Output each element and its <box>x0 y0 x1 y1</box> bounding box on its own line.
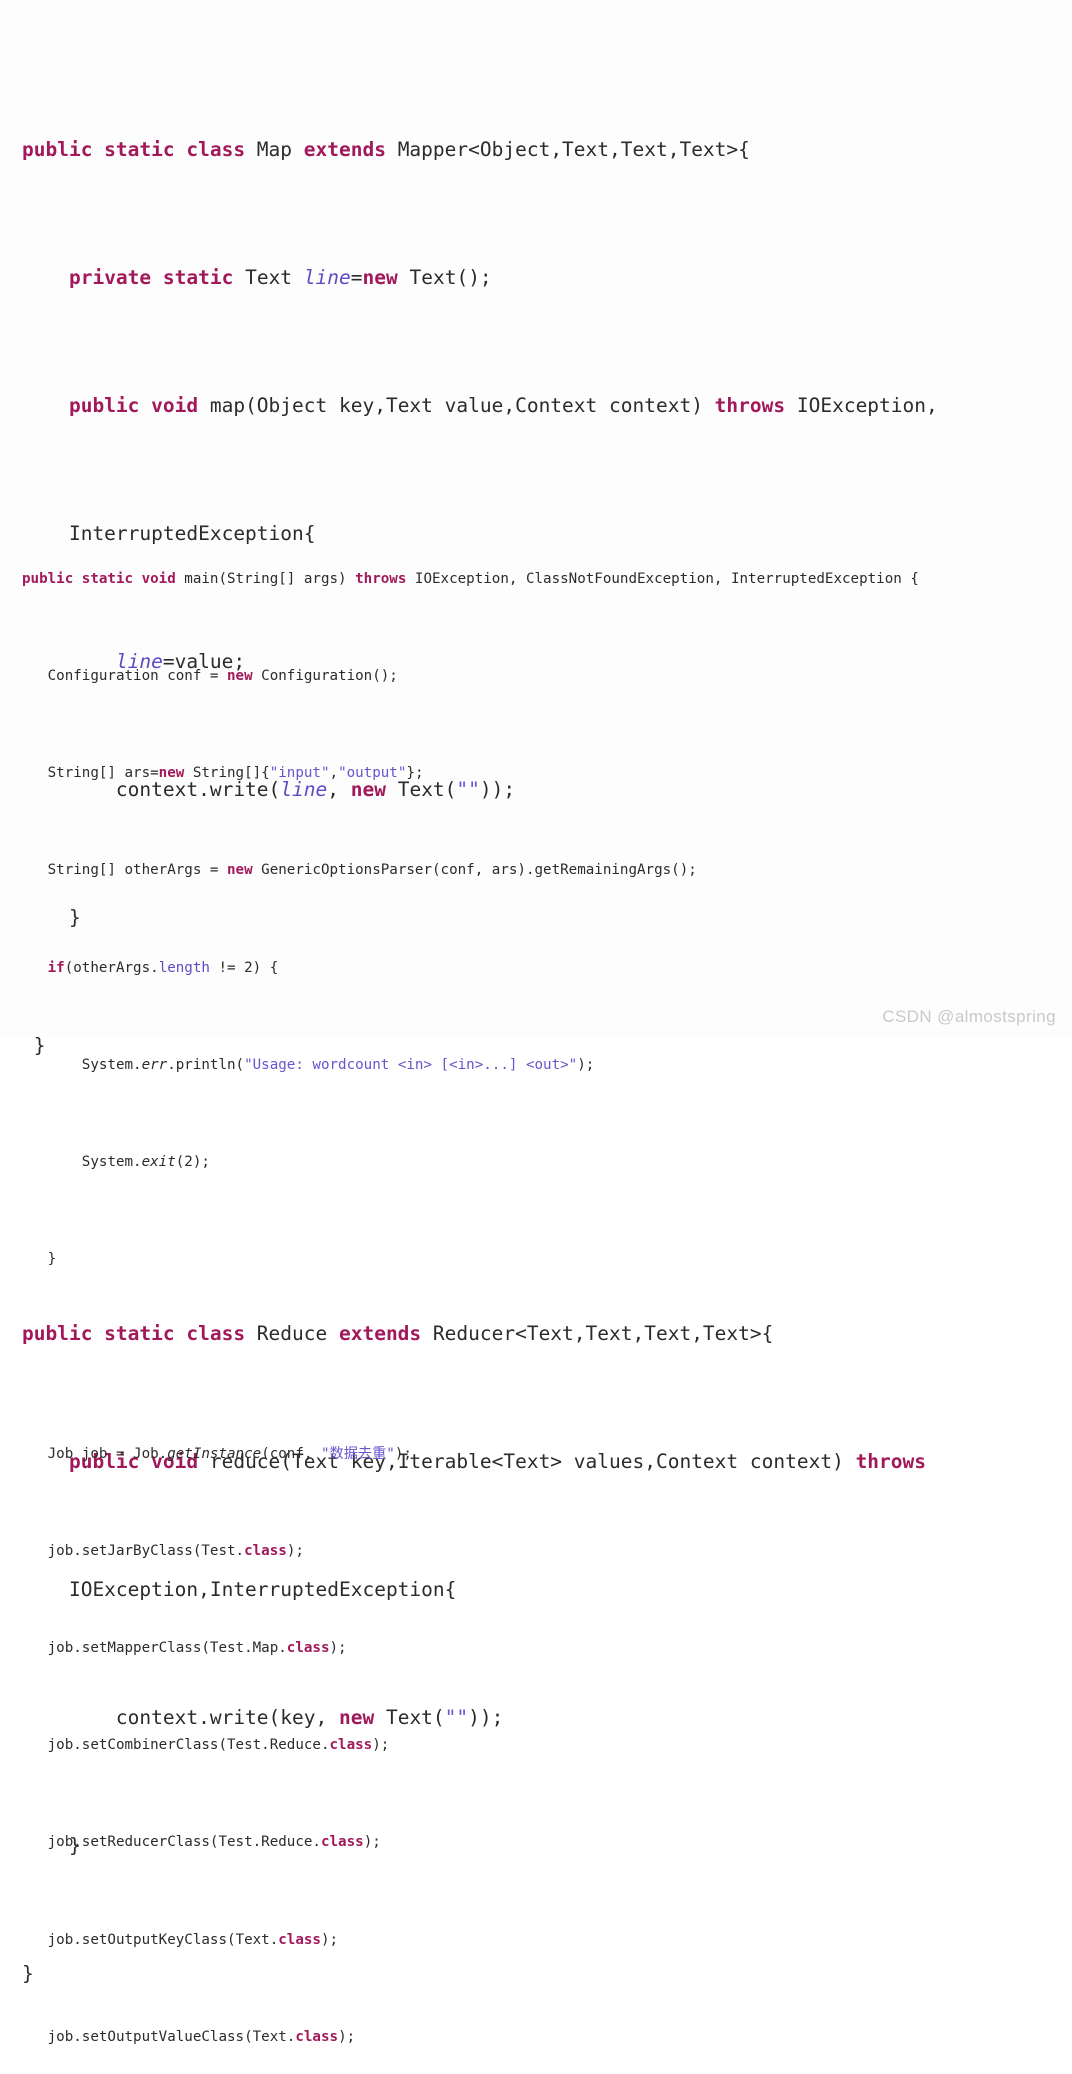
code-line: job.setOutputKeyClass(Text.class); <box>0 1928 1072 1952</box>
code-line: } <box>0 1247 1072 1271</box>
token-member: err <box>141 1056 168 1073</box>
token-plain: (2); <box>175 1154 210 1171</box>
token-keyword: public static void <box>22 570 176 587</box>
token-plain: Map <box>245 138 304 161</box>
token-string: "input" <box>269 765 330 782</box>
token-plain: IOException, <box>785 394 938 417</box>
token-plain: ); <box>577 1056 595 1073</box>
token-field: length <box>158 959 210 976</box>
code-line: job.setJarByClass(Test.class); <box>0 1539 1072 1563</box>
token-keyword: private static <box>68 266 234 289</box>
token-keyword: new <box>362 266 398 289</box>
token-plain: Text(); <box>397 266 492 289</box>
token-keyword: new <box>158 765 185 782</box>
token-plain: (conf, <box>261 1445 321 1462</box>
code-block-main-method: public static void main(String[] args) t… <box>0 490 1072 2074</box>
token-plain: ); <box>338 2028 356 2045</box>
token-plain: Mapper<Object,Text,Text,Text>{ <box>385 138 750 161</box>
token-field: line <box>303 266 351 289</box>
code-line: job.setMapperClass(Test.Map.class); <box>0 1636 1072 1660</box>
token-plain: job.setMapperClass(Test.Map. <box>22 1639 287 1656</box>
token-plain: String[]{ <box>184 765 270 782</box>
token-keyword: class <box>286 1639 330 1656</box>
token-plain: System. <box>22 1154 142 1171</box>
token-plain: = <box>350 266 363 289</box>
code-line: System.err.println("Usage: wordcount <in… <box>0 1053 1072 1077</box>
code-line: Job job = Job.getInstance(conf, "数据去重"); <box>0 1442 1072 1466</box>
token-plain: != 2) { <box>209 959 279 976</box>
code-line: job.setReducerClass(Test.Reduce.class); <box>0 1830 1072 1854</box>
code-line: public static class Map extends Mapper<O… <box>0 134 1072 166</box>
token-keyword: class <box>295 2028 339 2045</box>
token-keyword: class <box>320 1834 364 1851</box>
token-plain: ); <box>329 1639 347 1656</box>
token-member: exit <box>141 1154 176 1171</box>
token-plain: main(String[] args) <box>175 570 356 587</box>
token-plain: } <box>22 1251 57 1268</box>
token-plain: Configuration conf = <box>22 668 227 685</box>
token-plain: (otherArgs. <box>64 959 159 976</box>
token-plain: map(Object key,Text value,Context contex… <box>198 394 715 417</box>
token-plain: job.setReducerClass(Test.Reduce. <box>22 1834 321 1851</box>
code-line: private static Text line=new Text(); <box>0 262 1072 294</box>
code-line: public static void main(String[] args) t… <box>0 567 1072 591</box>
token-plain: }; <box>406 765 424 782</box>
token-plain: job.setOutputValueClass(Text. <box>22 2028 296 2045</box>
code-line: String[] otherArgs = new GenericOptionsP… <box>0 858 1072 882</box>
code-line: job.setOutputValueClass(Text.class); <box>0 2025 1072 2049</box>
token-keyword: class <box>278 1931 321 1948</box>
token-plain: String[] otherArgs = <box>22 862 227 879</box>
token-string: "Usage: wordcount <in> [<in>...] <out>" <box>244 1056 578 1073</box>
token-plain: ); <box>394 1445 412 1462</box>
token-plain: Job job = Job. <box>22 1445 168 1462</box>
token-keyword: new <box>227 668 253 685</box>
token-plain: , <box>329 765 339 782</box>
token-plain: .println( <box>167 1056 245 1073</box>
token-keyword: class <box>244 1542 287 1559</box>
token-plain: Text <box>233 266 304 289</box>
code-line: System.exit(2); <box>0 1150 1072 1174</box>
token-plain: job.setCombinerClass(Test.Reduce. <box>22 1737 330 1754</box>
token-keyword: throws <box>355 570 407 587</box>
token-keyword: throws <box>714 394 786 417</box>
token-string: "output" <box>338 765 407 782</box>
code-line: String[] ars=new String[]{"input","outpu… <box>0 761 1072 785</box>
token-plain: GenericOptionsParser(conf, ars).getRemai… <box>252 862 697 879</box>
token-keyword: public static class <box>22 138 246 161</box>
code-line: Configuration conf = new Configuration()… <box>0 664 1072 688</box>
csdn-watermark: CSDN @almostspring <box>882 1007 1056 1026</box>
token-plain: ); <box>363 1834 381 1851</box>
code-line: if(otherArgs.length != 2) { <box>0 956 1072 980</box>
token-member: getInstance <box>167 1445 262 1462</box>
token-plain: String[] ars= <box>22 765 159 782</box>
token-keyword: class <box>329 1737 373 1754</box>
token-plain: ); <box>372 1737 390 1754</box>
token-plain: Configuration(); <box>252 668 398 685</box>
token-string: "数据去重" <box>320 1445 395 1462</box>
token-plain: job.setJarByClass(Test. <box>22 1542 245 1559</box>
token-plain: job.setOutputKeyClass(Text. <box>22 1931 279 1948</box>
token-plain: System. <box>22 1056 142 1073</box>
token-keyword: new <box>227 862 253 879</box>
code-line: public void map(Object key,Text value,Co… <box>0 390 1072 422</box>
token-plain: ); <box>286 1542 304 1559</box>
token-keyword: public void <box>68 394 199 417</box>
token-plain: IOException, ClassNotFoundException, Int… <box>406 570 919 587</box>
token-keyword: if <box>47 959 65 976</box>
token-plain: ); <box>320 1931 339 1948</box>
code-line: job.setCombinerClass(Test.Reduce.class); <box>0 1733 1072 1757</box>
token-keyword: extends <box>303 138 386 161</box>
